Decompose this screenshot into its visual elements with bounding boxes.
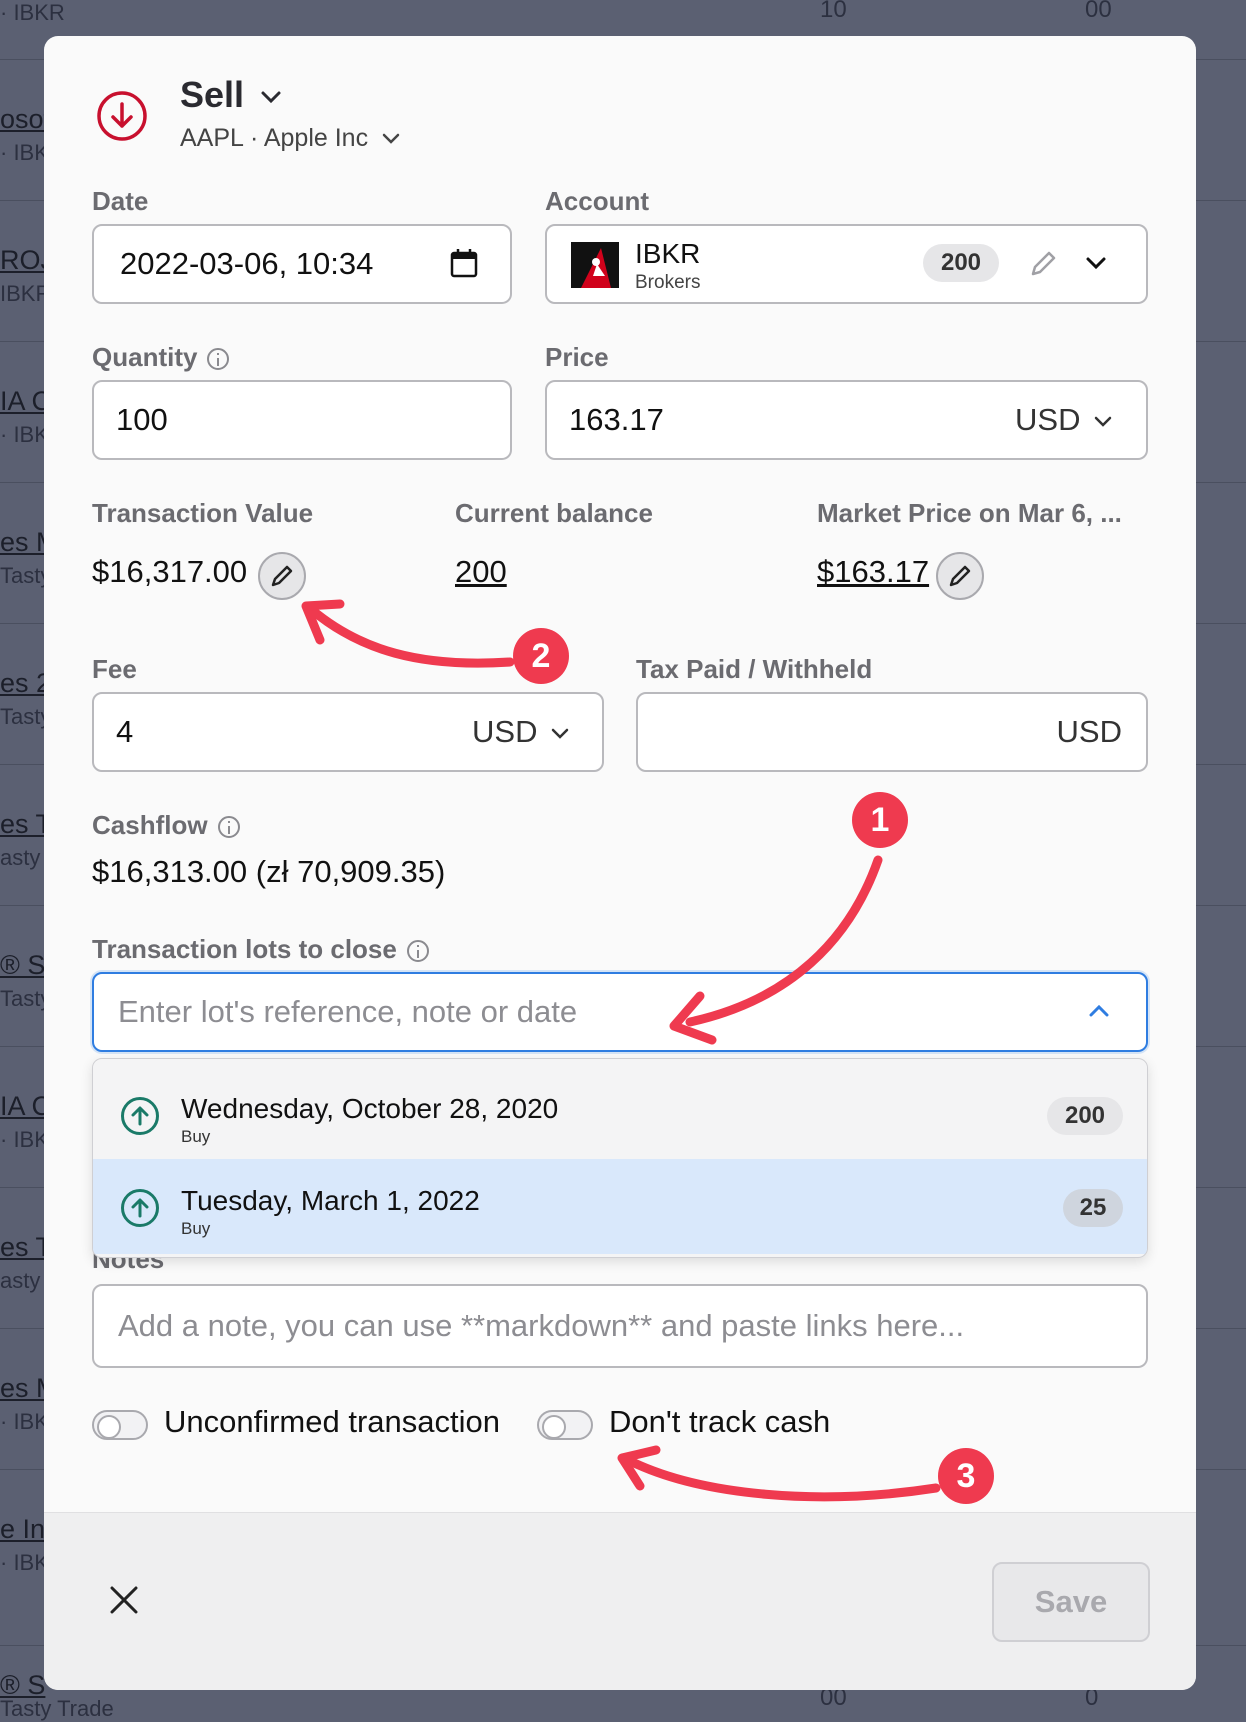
callout-2: 2 <box>513 628 569 684</box>
annotation-arrows <box>301 599 941 1502</box>
callout-3: 3 <box>938 1448 994 1504</box>
callout-1: 1 <box>852 792 908 848</box>
